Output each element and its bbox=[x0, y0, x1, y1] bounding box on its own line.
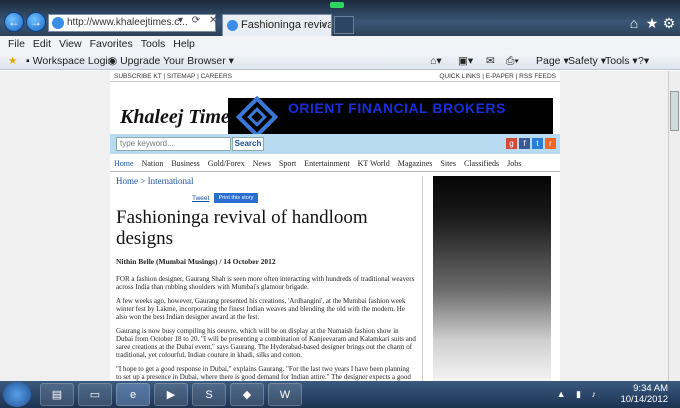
page-viewport: SUBSCRIBE KT | SITEMAP | CAREERS QUICK L… bbox=[0, 71, 680, 381]
taskbar-photoshop-icon[interactable]: ◆ bbox=[230, 383, 264, 406]
address-tools[interactable]: ▾ ⟳ ✕ bbox=[178, 15, 220, 26]
site-header: Khaleej Times ORIENT FINANCIAL BROKERS bbox=[110, 82, 560, 140]
article-paragraph: A few weeks ago, however, Gaurang presen… bbox=[116, 297, 406, 321]
favorites-star-icon[interactable]: ★ bbox=[644, 15, 660, 31]
nav-nation[interactable]: Nation bbox=[138, 156, 168, 172]
taskbar-ie-icon[interactable]: e bbox=[116, 383, 150, 406]
fav-workspace-login[interactable]: ▪ Workspace Login bbox=[26, 54, 114, 68]
menu-favorites[interactable]: Favorites bbox=[86, 36, 137, 52]
rss-feed-icon[interactable]: ▣▾ bbox=[458, 54, 473, 68]
ie-page-icon bbox=[52, 17, 64, 29]
top-links: SUBSCRIBE KT | SITEMAP | CAREERS QUICK L… bbox=[110, 71, 560, 82]
taskbar: ▤ ▭ e ▶ S ◆ W ▲ ▮ ♪ 9:34 AM 10/14/2012 bbox=[0, 381, 680, 408]
nav-kt-world[interactable]: KT World bbox=[354, 156, 394, 172]
menu-file[interactable]: File bbox=[0, 36, 29, 52]
print-icon[interactable]: ⎙▾ bbox=[506, 54, 519, 68]
taskbar-media-icon[interactable]: ▶ bbox=[154, 383, 188, 406]
tab-article[interactable]: Fashioninga revival ... × bbox=[222, 14, 332, 36]
safety-menu[interactable]: Safety ▾ bbox=[568, 54, 606, 68]
home-command-icon[interactable]: ⌂▾ bbox=[430, 54, 442, 68]
taskbar-library-icon[interactable]: ▤ bbox=[40, 383, 74, 406]
vertical-scrollbar[interactable] bbox=[668, 71, 680, 381]
nav-jobs[interactable]: Jobs bbox=[503, 156, 525, 172]
search-input[interactable]: type keyword... bbox=[116, 137, 231, 151]
site-logo[interactable]: Khaleej Times bbox=[120, 106, 238, 129]
article-paragraph: Gaurang is now busy compiling his oeuvre… bbox=[116, 327, 416, 359]
tweet-button[interactable]: Tweet bbox=[192, 195, 209, 202]
home-icon[interactable]: ⌂ bbox=[626, 15, 642, 31]
activity-light bbox=[330, 2, 344, 8]
article-paragraph: FOR a fashion designer, Gaurang Shah is … bbox=[116, 275, 415, 291]
sidebar-ad[interactable] bbox=[433, 176, 551, 381]
tab-close-icon[interactable]: × bbox=[321, 15, 327, 35]
nav-business[interactable]: Business bbox=[167, 156, 203, 172]
top-links-left[interactable]: SUBSCRIBE KT | SITEMAP | CAREERS bbox=[114, 73, 232, 80]
search-button[interactable]: Search bbox=[232, 137, 264, 151]
menu-help[interactable]: Help bbox=[169, 36, 199, 52]
start-button[interactable] bbox=[3, 382, 31, 407]
forward-button[interactable]: → bbox=[26, 12, 46, 32]
settings-gear-icon[interactable]: ⚙ bbox=[661, 15, 677, 31]
article-byline: Nithin Belle (Mumbai Musings) / 14 Octob… bbox=[116, 257, 276, 266]
twitter-icon[interactable]: t bbox=[532, 138, 543, 149]
google-plus-icon[interactable]: g bbox=[506, 138, 517, 149]
taskbar-word-icon[interactable]: W bbox=[268, 383, 302, 406]
favorites-bar: ★ ▪ Workspace Login ◉ Upgrade Your Brows… bbox=[0, 52, 680, 70]
nav-sport[interactable]: Sport bbox=[275, 156, 300, 172]
banner-logo-icon bbox=[235, 95, 279, 139]
clock-time: 9:34 AM bbox=[633, 383, 668, 394]
system-tray-icons[interactable]: ▲ ▮ ♪ bbox=[557, 389, 600, 400]
article: Fashioninga revival of handloom designs … bbox=[116, 207, 416, 381]
page-menu[interactable]: Page ▾ bbox=[536, 54, 569, 68]
breadcrumb[interactable]: Home > International bbox=[116, 176, 194, 186]
article-title: Fashioninga revival of handloom designs bbox=[116, 207, 368, 249]
nav-classifieds[interactable]: Classifieds bbox=[460, 156, 503, 172]
print-story-button[interactable]: Print this story bbox=[214, 193, 258, 203]
clock[interactable]: 9:34 AM 10/14/2012 bbox=[620, 383, 668, 405]
sidebar bbox=[422, 176, 557, 381]
help-icon[interactable]: ?▾ bbox=[638, 54, 649, 68]
fav-upgrade-browser[interactable]: ◉ Upgrade Your Browser ▾ bbox=[108, 54, 234, 68]
clock-date: 10/14/2012 bbox=[620, 394, 668, 405]
menu-tools[interactable]: Tools bbox=[137, 36, 170, 52]
tab-ie-icon bbox=[227, 20, 238, 31]
website: SUBSCRIBE KT | SITEMAP | CAREERS QUICK L… bbox=[110, 71, 560, 381]
taskbar-skype-icon[interactable]: S bbox=[192, 383, 226, 406]
address-text: http://www.khaleejtimes.c... bbox=[67, 17, 188, 28]
scrollbar-thumb[interactable] bbox=[670, 91, 679, 131]
rss-icon[interactable]: r bbox=[545, 138, 556, 149]
search-bar: type keyword... Search g f t r bbox=[110, 134, 560, 154]
main-nav: Home Nation Business Gold/Forex News Sport Ent… bbox=[110, 156, 560, 172]
mail-icon[interactable]: ✉ bbox=[486, 54, 495, 68]
browser-titlebar: ← → http://www.khaleejtimes.c... ▾ ⟳ ✕ F… bbox=[0, 0, 680, 36]
article-paragraph: "I hope to get a good response in Dubai,… bbox=[116, 365, 411, 381]
nav-home[interactable]: Home bbox=[110, 156, 138, 172]
banner-text: ORIENT FINANCIAL BROKERS bbox=[288, 100, 506, 116]
favorites-star-icon-bar[interactable]: ★ bbox=[8, 54, 17, 68]
nav-magazines[interactable]: Magazines bbox=[394, 156, 437, 172]
nav-sites[interactable]: Sites bbox=[436, 156, 460, 172]
back-button[interactable]: ← bbox=[4, 12, 24, 32]
tab-title: Fashioninga revival ... bbox=[241, 19, 331, 31]
top-links-right[interactable]: QUICK LINKS | E-PAPER | RSS FEEDS bbox=[439, 71, 556, 82]
menu-edit[interactable]: Edit bbox=[29, 36, 55, 52]
facebook-icon[interactable]: f bbox=[519, 138, 530, 149]
taskbar-explorer-icon[interactable]: ▭ bbox=[78, 383, 112, 406]
menu-view[interactable]: View bbox=[55, 36, 86, 52]
new-tab-button[interactable] bbox=[334, 16, 354, 34]
tools-menu[interactable]: Tools ▾ bbox=[605, 54, 638, 68]
nav-gold-forex[interactable]: Gold/Forex bbox=[204, 156, 249, 172]
nav-entertainment[interactable]: Entertainment bbox=[300, 156, 353, 172]
nav-news[interactable]: News bbox=[249, 156, 275, 172]
menu-bar: File Edit View Favorites Tools Help bbox=[0, 36, 680, 52]
